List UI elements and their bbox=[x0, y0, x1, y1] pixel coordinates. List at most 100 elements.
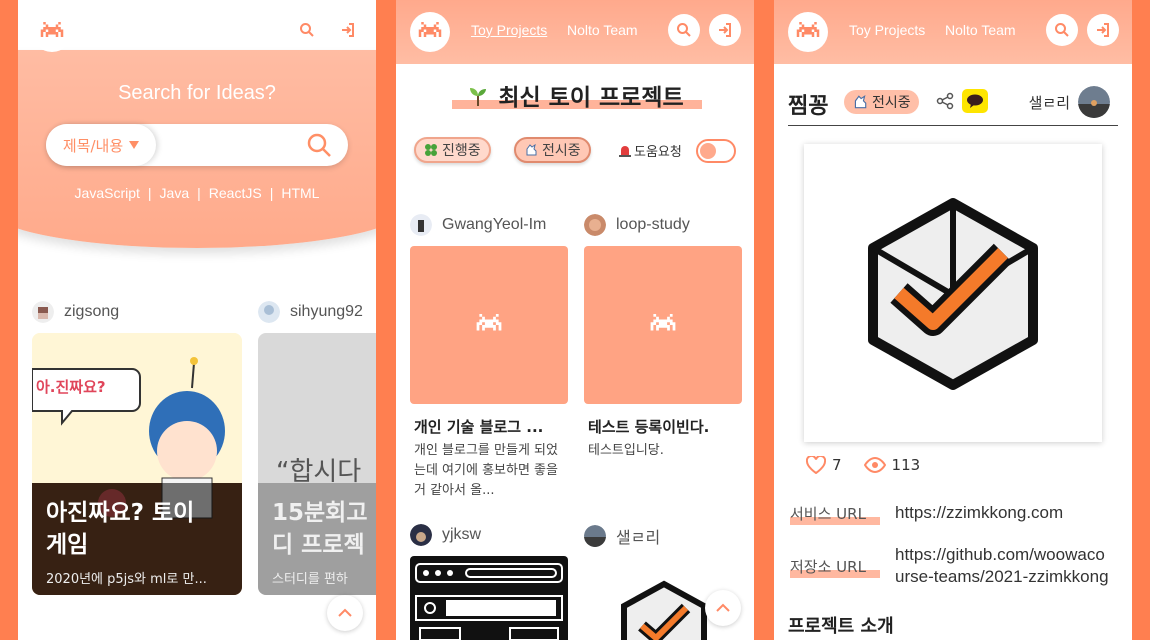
siren-icon bbox=[619, 145, 631, 157]
author-name: sihyung92 bbox=[290, 303, 363, 320]
chevron-up-icon bbox=[338, 608, 352, 617]
nav-team[interactable]: Nolto Team bbox=[190, 22, 261, 38]
project-thumbnail[interactable] bbox=[410, 556, 568, 640]
avatar bbox=[584, 214, 606, 236]
card-author[interactable]: sihyung92 bbox=[258, 301, 363, 323]
nav-toy-projects[interactable]: Toy Projects bbox=[471, 22, 547, 38]
login-button[interactable] bbox=[332, 14, 364, 46]
nav-team[interactable]: Nolto Team bbox=[567, 22, 638, 38]
card-title-line: 디 프로젝 bbox=[272, 532, 365, 558]
unicorn-icon bbox=[526, 143, 537, 156]
card-description: 스터디를 편하 bbox=[272, 572, 348, 587]
speech-bubble-text: 아.진짜요? bbox=[36, 378, 106, 396]
search-button[interactable] bbox=[1046, 14, 1078, 46]
login-icon bbox=[342, 23, 354, 37]
project-description: 테스트입니당. bbox=[588, 443, 664, 458]
card-title-line: 15분회고 bbox=[272, 500, 368, 526]
kakao-share-button[interactable] bbox=[962, 89, 988, 113]
card-author[interactable]: GwangYeol-Im bbox=[410, 214, 546, 236]
filter-help[interactable]: 도움요청 bbox=[618, 141, 682, 160]
eye-icon bbox=[863, 457, 886, 473]
project-title[interactable]: 테스트 등록이빈다. bbox=[588, 416, 746, 437]
tag-html[interactable]: HTML bbox=[281, 185, 319, 201]
author-name: 샐ㄹ리 bbox=[616, 530, 661, 547]
heart-icon[interactable] bbox=[806, 456, 826, 474]
tag-java[interactable]: Java bbox=[160, 185, 190, 201]
nav-team[interactable]: Nolto Team bbox=[945, 22, 1016, 38]
filter-in-progress[interactable]: 진행중 bbox=[414, 137, 491, 163]
scroll-top-button[interactable] bbox=[327, 595, 363, 631]
project-thumbnail[interactable] bbox=[410, 246, 568, 404]
tag-javascript[interactable]: JavaScript bbox=[75, 185, 140, 201]
login-button[interactable] bbox=[709, 14, 741, 46]
tag-reactjs[interactable]: ReactJS bbox=[209, 185, 262, 201]
card-author[interactable]: zigsong bbox=[32, 301, 119, 323]
share-icon[interactable] bbox=[936, 92, 954, 110]
project-card[interactable]: 아.진짜요? 아진짜요? 토이 게임 2020년에 p5js와 ml로 만... bbox=[32, 333, 242, 595]
card-title: 아진짜요? 토이 게임 bbox=[46, 497, 194, 561]
login-icon bbox=[1097, 23, 1109, 37]
filter-showing[interactable]: 전시중 bbox=[514, 137, 591, 163]
logo[interactable] bbox=[788, 12, 828, 52]
search-type-label: 제목/내용 bbox=[62, 136, 124, 155]
repo-url-line: urse-teams/2021-zzimkkong bbox=[895, 567, 1109, 586]
card-title: 15분회고디 프로젝 bbox=[272, 497, 368, 561]
nav-toy-projects[interactable]: Toy Projects bbox=[849, 22, 925, 38]
search-icon bbox=[1055, 23, 1069, 37]
header: Toy Projects Nolto Team bbox=[18, 0, 376, 64]
wireframe-image bbox=[415, 563, 563, 640]
chevron-up-icon bbox=[716, 603, 730, 612]
repo-url-link[interactable]: https://github.com/woowaco urse-teams/202… bbox=[895, 544, 1125, 588]
search-button[interactable] bbox=[291, 14, 323, 46]
search-type-select[interactable]: 제목/내용 bbox=[46, 124, 156, 166]
avatar bbox=[1078, 86, 1110, 118]
label-text: 서비스 URL bbox=[790, 505, 866, 523]
author-name: GwangYeol-Im bbox=[442, 216, 547, 233]
filter-label: 도움요청 bbox=[634, 145, 682, 160]
page-title: 최신 토이 프로젝트 bbox=[446, 78, 704, 112]
clover-icon bbox=[425, 144, 437, 156]
invader-placeholder-icon bbox=[476, 314, 502, 331]
kakao-talk-icon bbox=[967, 94, 983, 108]
project-detail-screen: Toy Projects Nolto Team 찜꽁 전시중 샐ㄹ리 7 113… bbox=[774, 0, 1132, 640]
avatar bbox=[584, 525, 606, 547]
service-url-link[interactable]: https://zzimkkong.com bbox=[895, 502, 1125, 524]
section-heading: 프로젝트 소개 bbox=[788, 616, 894, 637]
avatar bbox=[410, 524, 432, 546]
help-toggle[interactable] bbox=[696, 139, 736, 163]
avatar bbox=[410, 214, 432, 236]
avatar bbox=[258, 301, 280, 323]
project-title[interactable]: 개인 기술 블로그 ... bbox=[414, 416, 572, 437]
card-description: 2020년에 p5js와 ml로 만... bbox=[46, 572, 207, 587]
project-image bbox=[804, 144, 1102, 442]
card-author[interactable]: 샐ㄹ리 bbox=[584, 524, 660, 548]
sprout-icon bbox=[470, 88, 487, 106]
author[interactable]: 샐ㄹ리 bbox=[1029, 86, 1110, 118]
home-screen: Toy Projects Nolto Team Search for Ideas… bbox=[18, 0, 376, 640]
divider bbox=[788, 125, 1118, 126]
logo[interactable] bbox=[32, 12, 72, 52]
page-title-text: 최신 토이 프로젝트 bbox=[498, 85, 684, 111]
author-name: 샐ㄹ리 bbox=[1028, 93, 1070, 112]
header: Toy Projects Nolto Team bbox=[774, 0, 1132, 64]
search-button[interactable] bbox=[668, 14, 700, 46]
invader-logo-icon bbox=[796, 22, 820, 37]
project-thumbnail[interactable] bbox=[584, 246, 742, 404]
login-button[interactable] bbox=[1087, 14, 1119, 46]
toggle-knob bbox=[700, 143, 716, 159]
scroll-top-button[interactable] bbox=[705, 590, 741, 626]
invader-logo-icon bbox=[418, 22, 442, 37]
hero-title: Search for Ideas? bbox=[118, 82, 276, 104]
stats: 7 113 bbox=[806, 456, 920, 474]
search-submit-icon[interactable] bbox=[306, 132, 332, 158]
project-description: 개인 블로그를 만들게 되었는데 여기에 홍보하면 좋을 거 같아서 올... bbox=[414, 443, 558, 498]
status-badge-label: 전시중 bbox=[872, 95, 911, 111]
unicorn-icon bbox=[854, 94, 867, 109]
card-author[interactable]: loop-study bbox=[584, 214, 690, 236]
logo[interactable] bbox=[410, 12, 450, 52]
card-author[interactable]: yjksw bbox=[410, 524, 481, 546]
caret-down-icon bbox=[129, 141, 140, 149]
nav-toy-projects[interactable]: Toy Projects bbox=[93, 22, 169, 38]
project-thumbnail-logo[interactable] bbox=[614, 580, 714, 640]
project-card[interactable]: “합시다 15분회고 디 프로젝 스터디를 편하 bbox=[258, 333, 376, 595]
